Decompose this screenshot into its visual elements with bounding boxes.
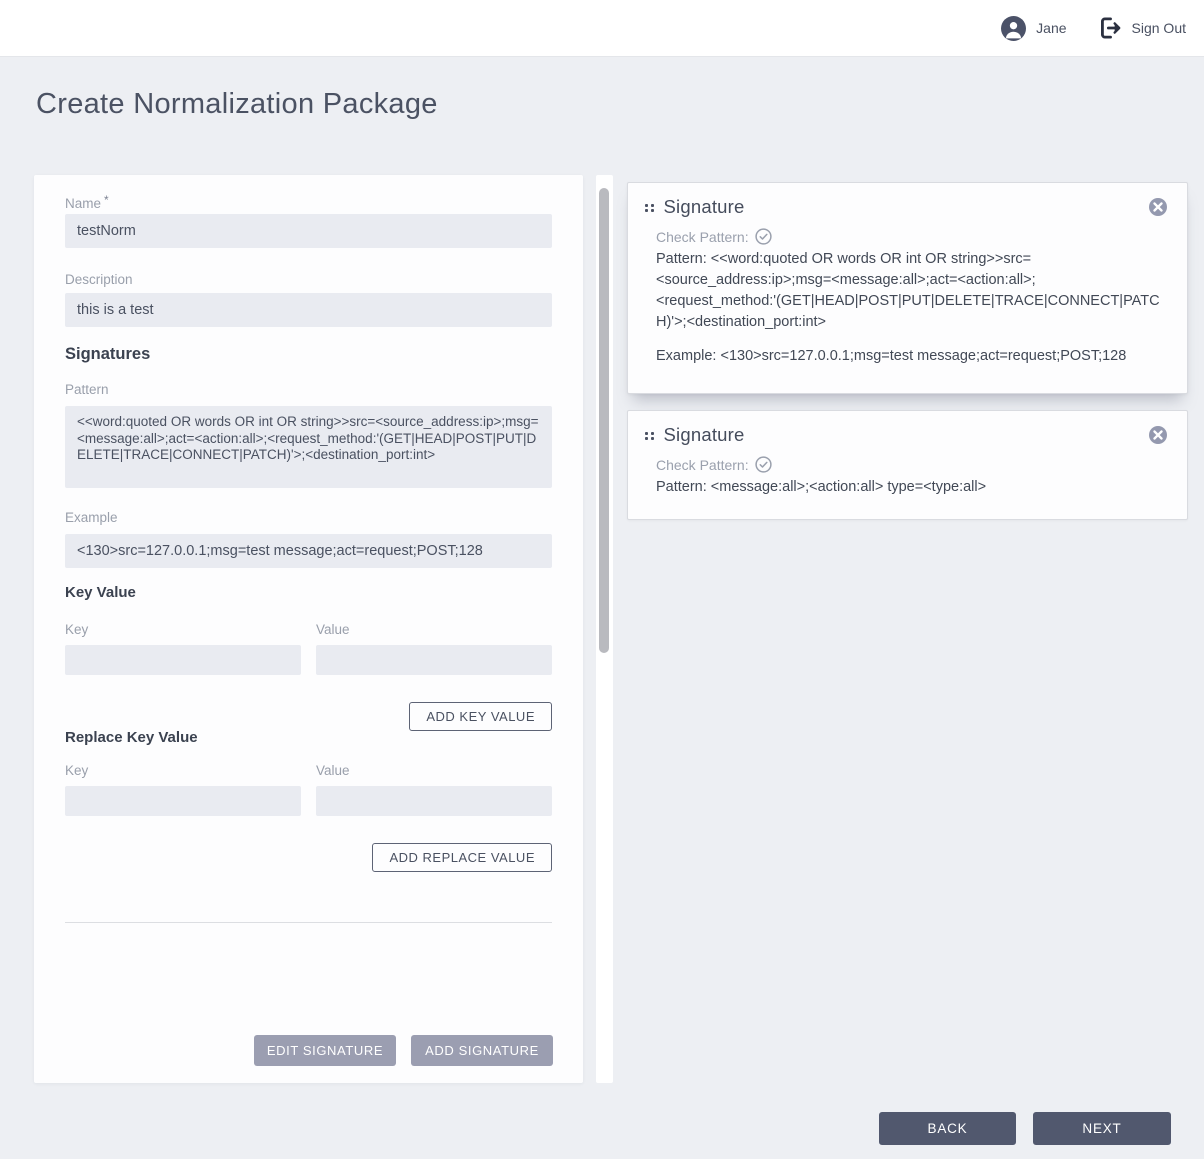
signature-form-card: Name* Description Signatures Pattern <<w… xyxy=(34,175,583,1083)
add-signature-button[interactable]: ADD SIGNATURE xyxy=(411,1035,553,1066)
name-label-text: Name xyxy=(65,196,102,211)
signature-example-text: Example: <130>src=127.0.0.1;msg=test mes… xyxy=(656,348,1127,364)
drag-handle-icon[interactable] xyxy=(645,203,654,213)
close-icon[interactable] xyxy=(1149,426,1167,444)
check-circle-icon[interactable] xyxy=(754,456,772,473)
signature-card-title: Signature xyxy=(663,196,745,217)
description-input[interactable] xyxy=(65,293,552,327)
key-value-value-input[interactable] xyxy=(316,645,552,675)
drag-handle-icon[interactable] xyxy=(645,431,654,441)
add-replace-value-button[interactable]: ADD REPLACE VALUE xyxy=(372,843,552,872)
signature-card-title: Signature xyxy=(663,424,745,445)
user-name: Jane xyxy=(1036,20,1067,36)
replace-key-input[interactable] xyxy=(65,786,301,816)
form-scrollbar-thumb[interactable] xyxy=(599,188,609,653)
check-pattern-label: Check Pattern: xyxy=(656,456,749,473)
key-value-heading: Key Value xyxy=(65,584,136,601)
back-button[interactable]: BACK xyxy=(879,1112,1016,1145)
description-label: Description xyxy=(65,272,133,287)
key-value-key-label: Key xyxy=(65,622,89,637)
replace-key-label: Key xyxy=(65,763,89,778)
page-title: Create Normalization Package xyxy=(36,88,438,120)
check-pattern-label: Check Pattern: xyxy=(656,228,749,245)
key-value-key-input[interactable] xyxy=(65,645,301,675)
pattern-label: Pattern xyxy=(65,382,109,397)
check-circle-icon[interactable] xyxy=(754,228,772,245)
sign-out-label: Sign Out xyxy=(1131,20,1186,36)
signature-card: Signature Check Pattern: Pattern: <<word… xyxy=(627,182,1188,394)
user-avatar-icon xyxy=(1001,15,1027,41)
example-input[interactable] xyxy=(65,534,552,568)
pattern-textarea[interactable]: <<word:quoted OR words OR int OR string>… xyxy=(65,406,552,488)
replace-value-label: Value xyxy=(316,763,350,778)
form-divider xyxy=(65,922,552,923)
edit-signature-button[interactable]: EDIT SIGNATURE xyxy=(254,1035,396,1066)
replace-value-input[interactable] xyxy=(316,786,552,816)
replace-key-value-heading: Replace Key Value xyxy=(65,729,198,746)
add-key-value-button[interactable]: ADD KEY VALUE xyxy=(409,702,552,731)
user-menu[interactable]: Jane xyxy=(1001,15,1067,41)
signatures-heading: Signatures xyxy=(65,345,151,363)
sign-out-button[interactable]: Sign Out xyxy=(1097,15,1186,41)
key-value-value-label: Value xyxy=(316,622,350,637)
close-icon[interactable] xyxy=(1149,198,1167,216)
name-label: Name * xyxy=(65,193,109,211)
signature-card: Signature Check Pattern: Pattern: <messa… xyxy=(627,410,1188,520)
form-scrollbar-track[interactable] xyxy=(596,175,613,1083)
sign-out-icon xyxy=(1097,15,1123,41)
signature-pattern-text: Pattern: <<word:quoted OR words OR int O… xyxy=(656,251,1160,330)
name-input[interactable] xyxy=(65,214,552,248)
signature-pattern-text: Pattern: <message:all>;<action:all> type… xyxy=(656,479,987,495)
top-bar: Jane Sign Out xyxy=(0,0,1204,57)
required-asterisk: * xyxy=(104,193,109,207)
example-label: Example xyxy=(65,510,118,525)
next-button[interactable]: NEXT xyxy=(1033,1112,1171,1145)
